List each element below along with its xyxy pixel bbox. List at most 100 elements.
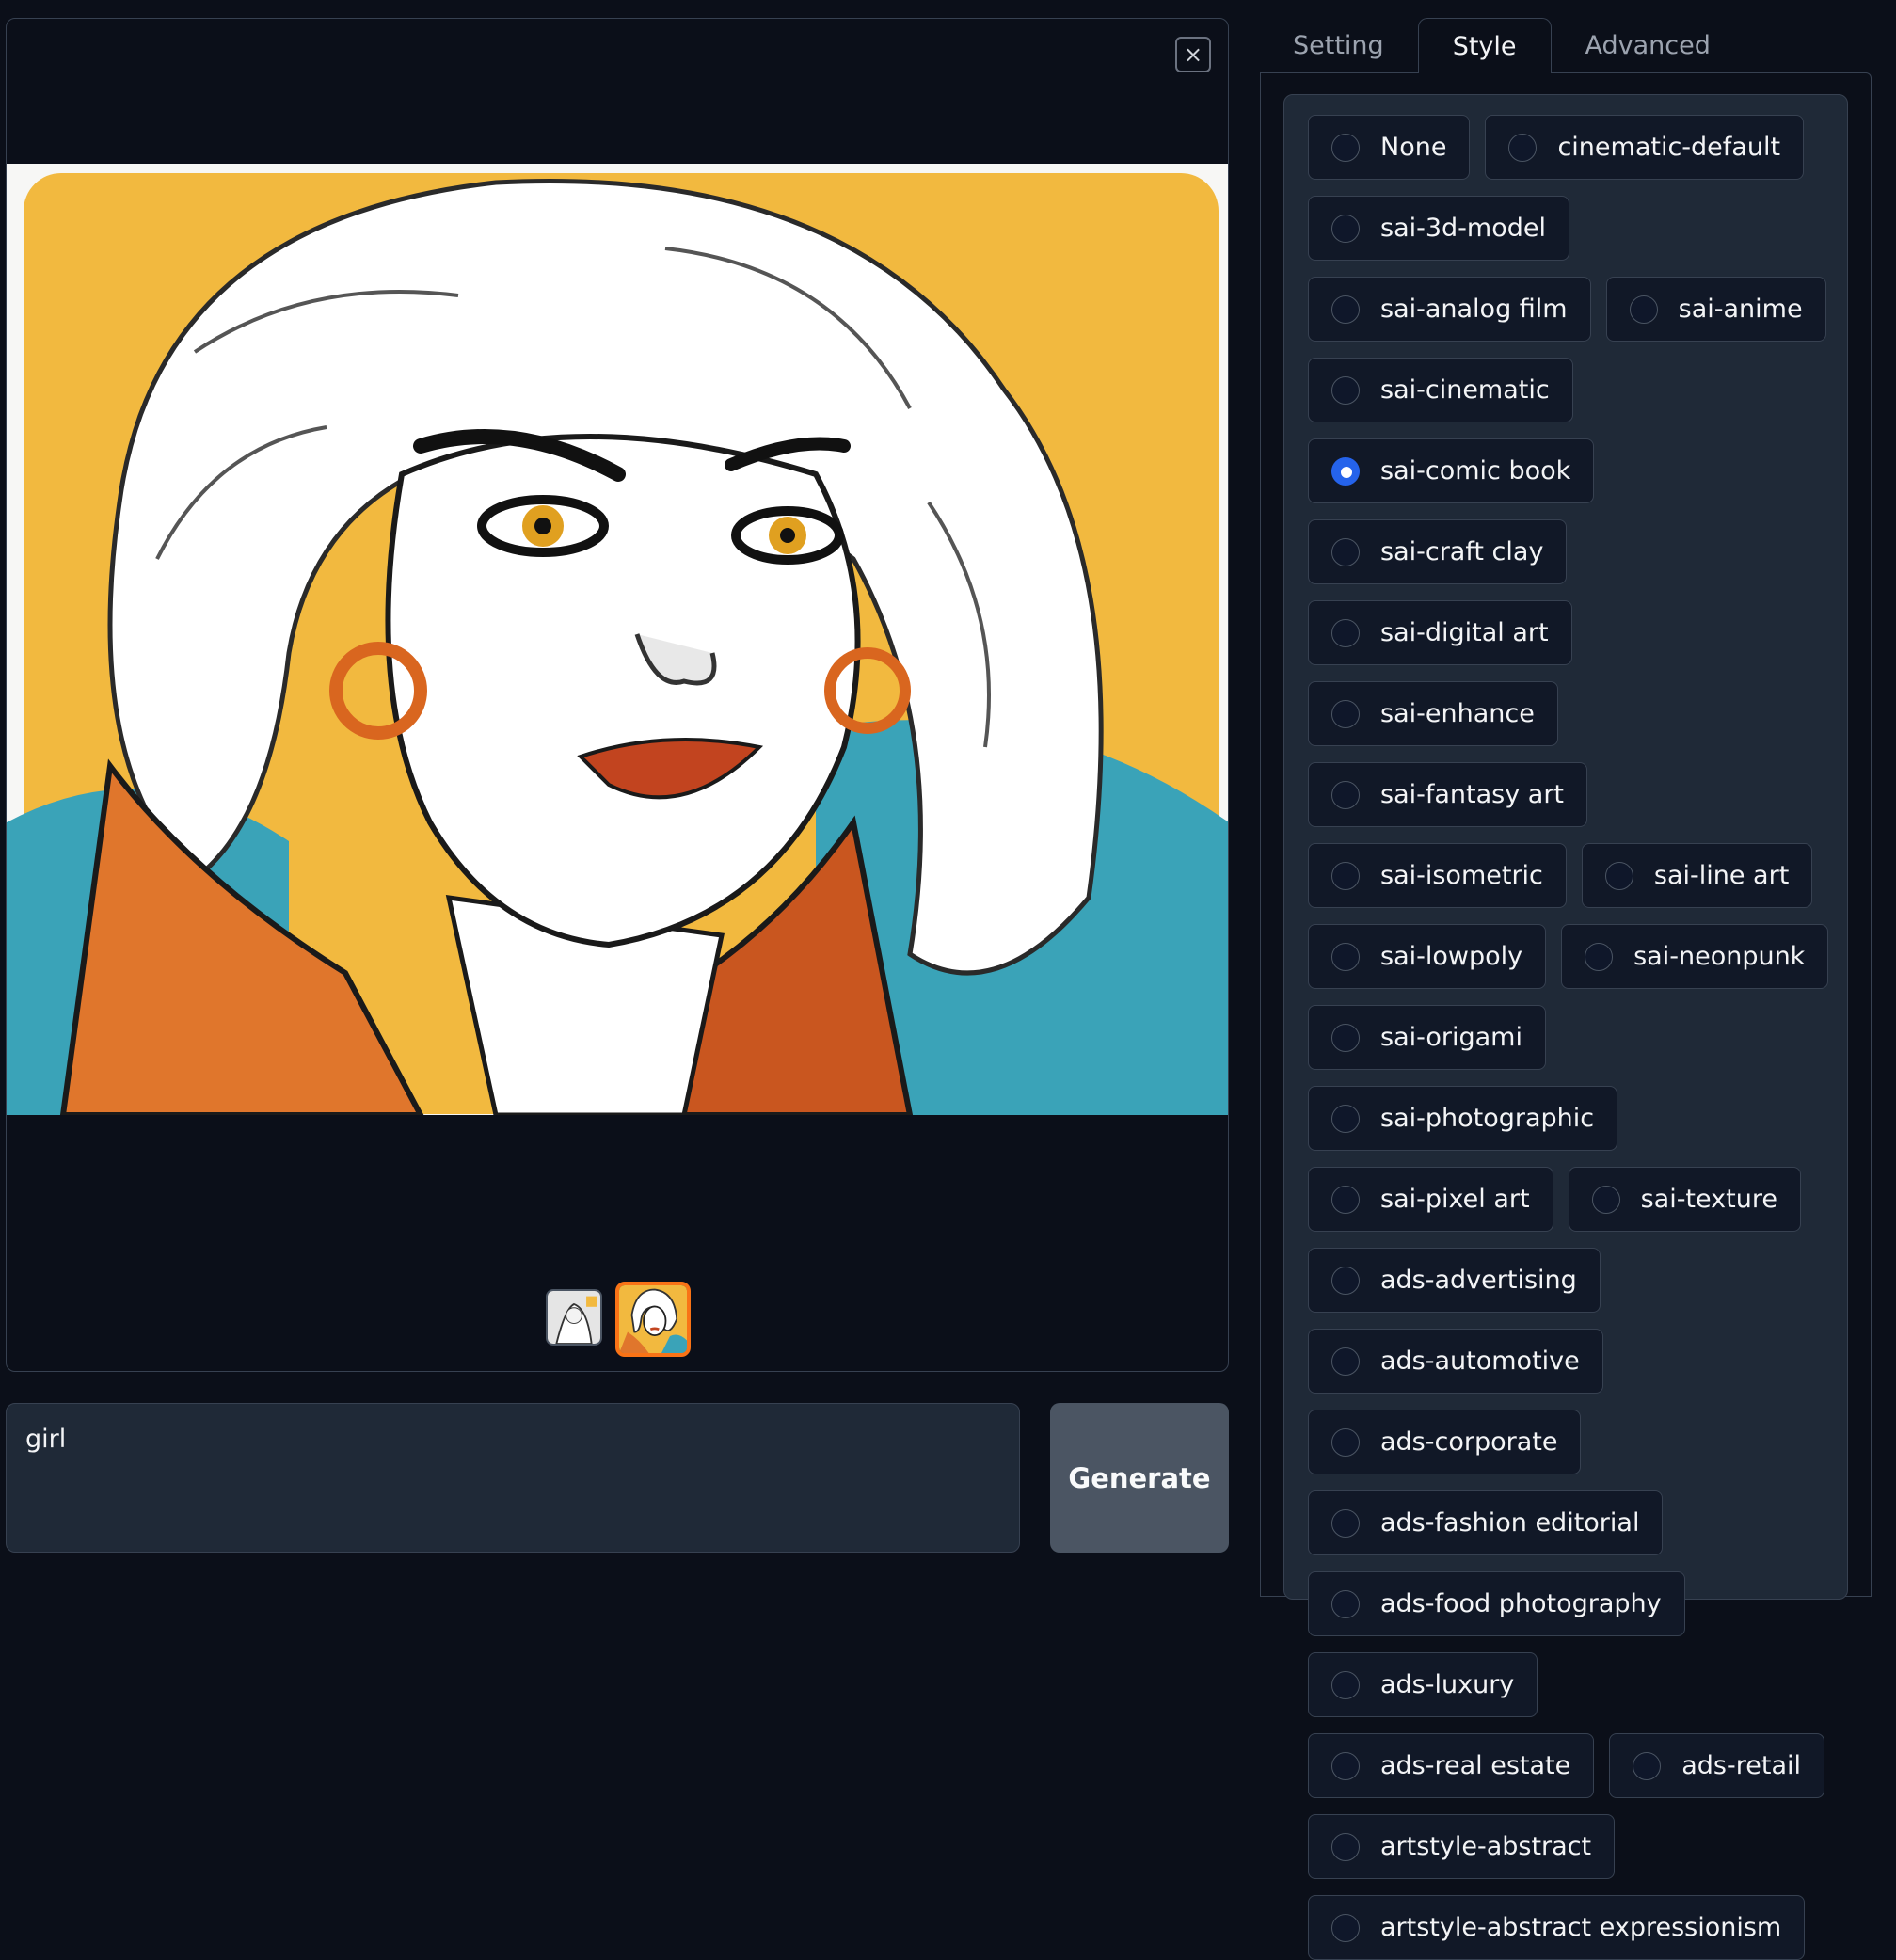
style-option[interactable]: sai-pixel art: [1308, 1167, 1553, 1232]
style-option[interactable]: ads-corporate: [1308, 1410, 1582, 1474]
style-option[interactable]: sai-neonpunk: [1561, 924, 1829, 989]
radio-icon[interactable]: [1331, 1832, 1360, 1861]
style-option[interactable]: sai-craft clay: [1308, 519, 1568, 584]
style-option-label: sai-isometric: [1380, 861, 1543, 890]
style-option-label: sai-3d-model: [1380, 214, 1546, 243]
radio-icon[interactable]: [1331, 1913, 1360, 1942]
radio-icon[interactable]: [1331, 214, 1360, 243]
style-option-label: ads-retail: [1681, 1751, 1801, 1780]
style-option[interactable]: sai-texture: [1568, 1167, 1801, 1232]
style-option[interactable]: sai-isometric: [1308, 843, 1567, 908]
style-option-label: None: [1380, 133, 1447, 162]
radio-icon[interactable]: [1331, 456, 1360, 486]
radio-icon[interactable]: [1331, 375, 1360, 405]
radio-icon[interactable]: [1331, 1751, 1360, 1780]
style-option-label: ads-real estate: [1380, 1751, 1571, 1780]
style-option[interactable]: ads-food photography: [1308, 1571, 1685, 1636]
style-option-label: sai-pixel art: [1380, 1185, 1530, 1214]
style-option-label: sai-digital art: [1380, 618, 1549, 647]
close-icon[interactable]: ×: [1175, 37, 1211, 72]
style-option-label: sai-origami: [1380, 1023, 1522, 1052]
style-option-label: ads-luxury: [1380, 1670, 1515, 1699]
generate-button[interactable]: Generate: [1050, 1403, 1229, 1553]
radio-icon[interactable]: [1604, 861, 1633, 890]
style-option[interactable]: sai-cinematic: [1308, 358, 1573, 422]
style-option-label: sai-comic book: [1380, 456, 1571, 486]
style-option-label: artstyle-abstract: [1380, 1832, 1592, 1861]
style-option-label: sai-analog film: [1380, 295, 1568, 324]
style-option-label: sai-line art: [1653, 861, 1790, 890]
style-option[interactable]: ads-advertising: [1308, 1248, 1601, 1313]
style-option-label: cinematic-default: [1557, 133, 1781, 162]
radio-icon[interactable]: [1331, 1589, 1360, 1618]
image-gallery: ×: [6, 18, 1229, 1372]
radio-icon[interactable]: [1331, 1185, 1360, 1214]
style-option-label: sai-photographic: [1380, 1104, 1595, 1133]
radio-icon[interactable]: [1508, 133, 1538, 162]
radio-icon[interactable]: [1633, 1751, 1662, 1780]
thumbnail-1[interactable]: [546, 1289, 602, 1346]
style-option-label: ads-corporate: [1380, 1427, 1558, 1457]
tab-setting[interactable]: Setting: [1259, 18, 1418, 73]
tab-style[interactable]: Style: [1417, 18, 1552, 73]
style-option[interactable]: sai-photographic: [1308, 1086, 1618, 1151]
radio-icon[interactable]: [1331, 1508, 1360, 1538]
generated-image: [7, 164, 1228, 1115]
style-option[interactable]: sai-3d-model: [1308, 196, 1569, 261]
style-option[interactable]: artstyle-abstract: [1308, 1814, 1616, 1879]
radio-icon[interactable]: [1331, 1427, 1360, 1457]
radio-icon[interactable]: [1331, 699, 1360, 728]
radio-icon[interactable]: [1331, 1670, 1360, 1699]
style-option[interactable]: sai-lowpoly: [1308, 924, 1547, 989]
style-option[interactable]: ads-automotive: [1308, 1329, 1603, 1394]
style-option[interactable]: ads-real estate: [1308, 1733, 1595, 1798]
style-option[interactable]: sai-enhance: [1308, 681, 1558, 746]
radio-icon[interactable]: [1331, 942, 1360, 971]
radio-icon[interactable]: [1331, 537, 1360, 566]
radio-icon[interactable]: [1331, 780, 1360, 809]
style-option-label: sai-fantasy art: [1380, 780, 1565, 809]
radio-icon[interactable]: [1331, 133, 1360, 162]
style-option[interactable]: cinematic-default: [1485, 115, 1805, 180]
style-radio-group: None cinematic-default sai-3d-model sai-ana…: [1308, 115, 1835, 1960]
style-option-label: sai-lowpoly: [1380, 942, 1523, 971]
style-option[interactable]: sai-anime: [1605, 277, 1826, 342]
radio-icon[interactable]: [1585, 942, 1614, 971]
radio-icon[interactable]: [1629, 295, 1658, 324]
style-option-label: sai-texture: [1640, 1185, 1777, 1214]
style-option-label: sai-neonpunk: [1633, 942, 1806, 971]
radio-icon[interactable]: [1331, 1104, 1360, 1133]
style-option[interactable]: sai-fantasy art: [1308, 762, 1588, 827]
style-option-label: ads-automotive: [1380, 1347, 1580, 1376]
style-option[interactable]: ads-fashion editorial: [1308, 1490, 1664, 1555]
style-option[interactable]: sai-analog film: [1308, 277, 1591, 342]
style-option[interactable]: sai-line art: [1581, 843, 1813, 908]
settings-tabs: Setting Style Advanced: [1259, 18, 1745, 73]
radio-icon[interactable]: [1331, 295, 1360, 324]
style-option[interactable]: sai-comic book: [1308, 438, 1595, 503]
radio-icon[interactable]: [1591, 1185, 1620, 1214]
style-option-label: ads-advertising: [1380, 1266, 1577, 1295]
radio-icon[interactable]: [1331, 618, 1360, 647]
radio-icon[interactable]: [1331, 861, 1360, 890]
comic-portrait-illustration: [7, 164, 1228, 1115]
thumbnail-strip: [546, 1282, 691, 1357]
style-option-label: artstyle-abstract expressionism: [1380, 1913, 1782, 1942]
radio-icon[interactable]: [1331, 1266, 1360, 1295]
style-option[interactable]: ads-retail: [1609, 1733, 1824, 1798]
style-option-label: sai-anime: [1678, 295, 1803, 324]
radio-icon[interactable]: [1331, 1347, 1360, 1376]
radio-icon[interactable]: [1331, 1023, 1360, 1052]
thumbnail-2[interactable]: [615, 1282, 691, 1357]
style-option[interactable]: None: [1308, 115, 1471, 180]
style-option-label: sai-craft clay: [1380, 537, 1544, 566]
style-option[interactable]: sai-digital art: [1308, 600, 1572, 665]
style-option[interactable]: artstyle-abstract expressionism: [1308, 1895, 1806, 1960]
style-option-label: ads-food photography: [1380, 1589, 1662, 1618]
style-option-label: sai-enhance: [1380, 699, 1535, 728]
prompt-input[interactable]: girl: [6, 1403, 1020, 1553]
style-option[interactable]: ads-luxury: [1308, 1652, 1538, 1717]
style-option-label: ads-fashion editorial: [1380, 1508, 1640, 1538]
tab-advanced[interactable]: Advanced: [1552, 18, 1745, 73]
style-option[interactable]: sai-origami: [1308, 1005, 1546, 1070]
